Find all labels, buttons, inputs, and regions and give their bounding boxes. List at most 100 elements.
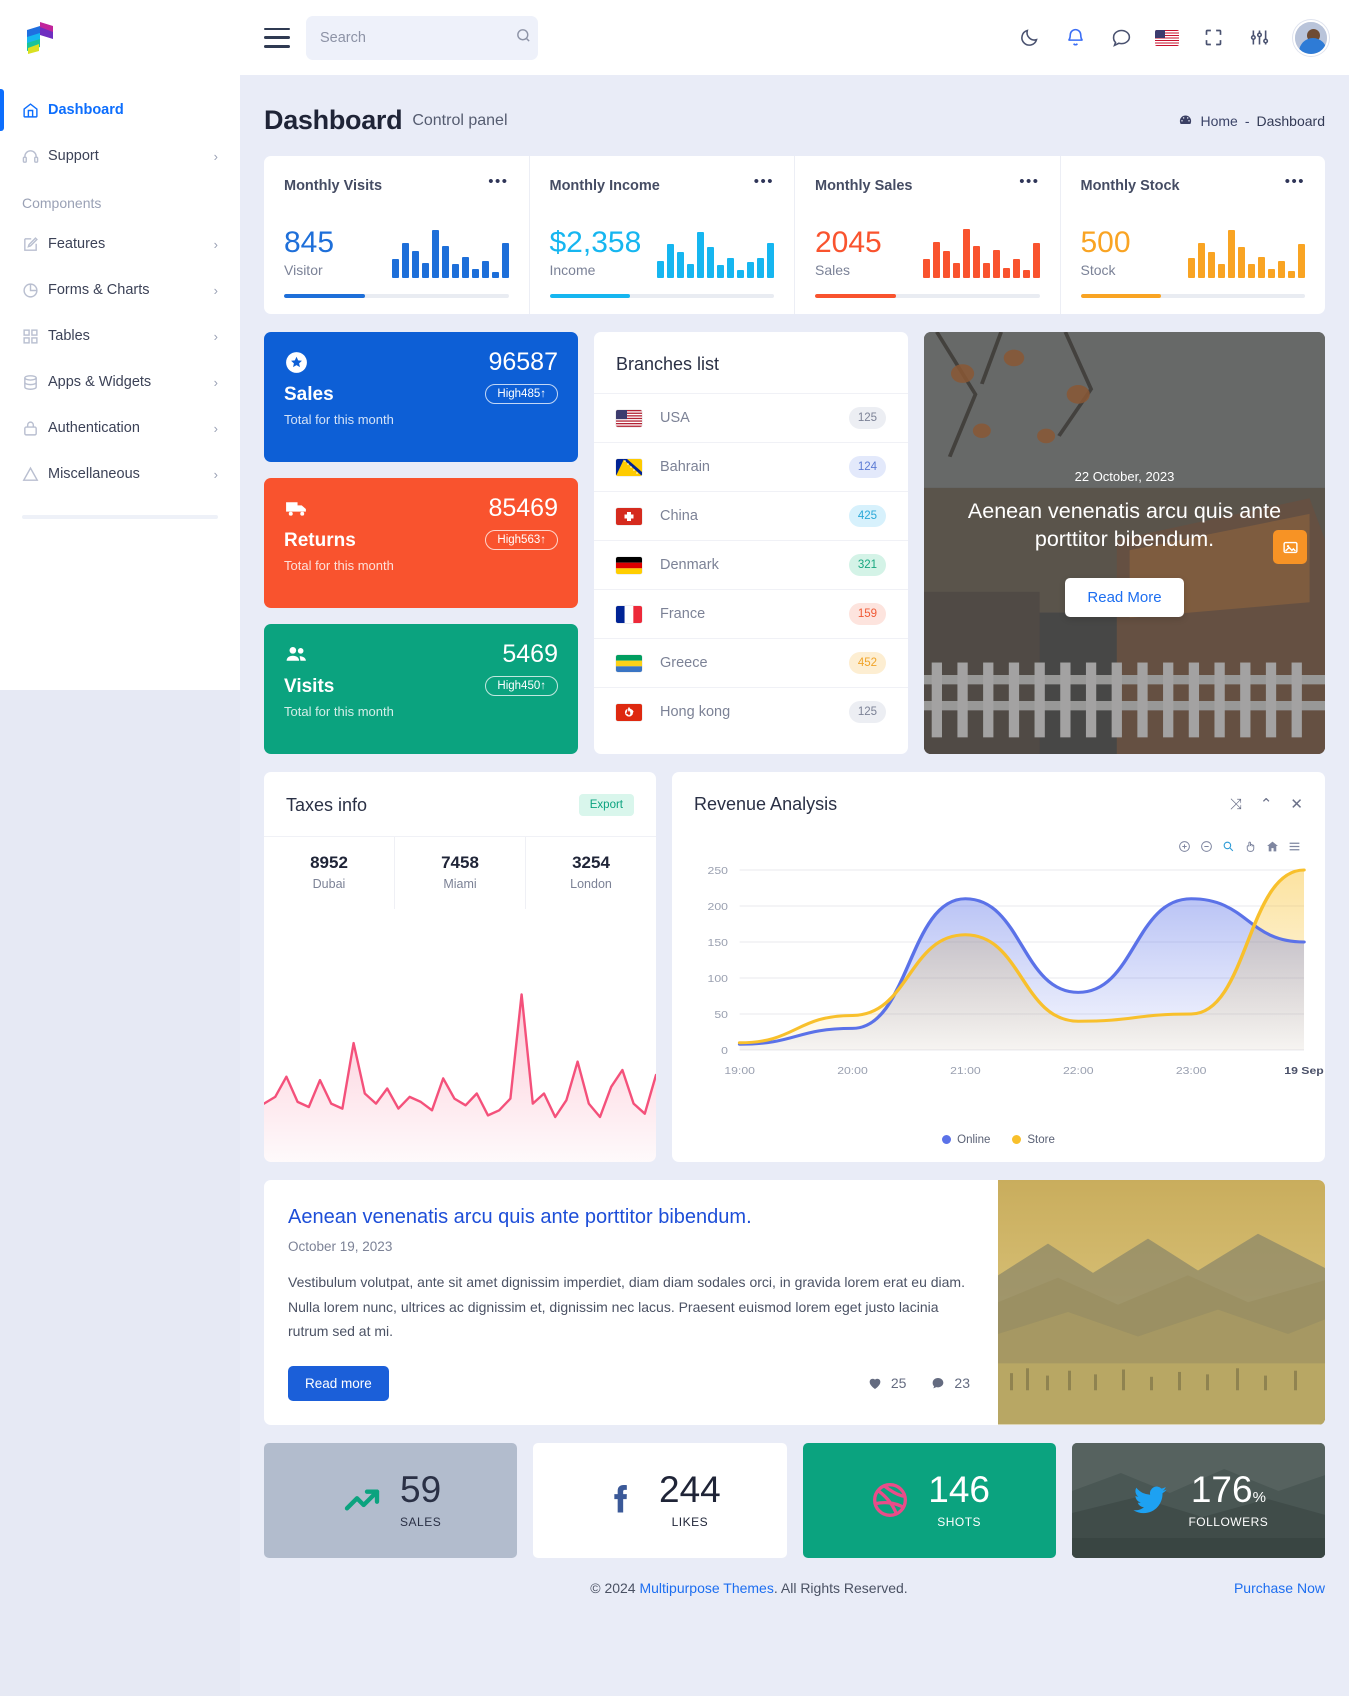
branch-row[interactable]: Denmark 321 [594,540,908,589]
comment-icon [933,1378,944,1389]
blog-meta: 25 23 [867,1375,970,1391]
users-icon [284,642,310,668]
blog-footer: Read more 25 23 [288,1365,970,1401]
stat-card-subtitle: Total for this month [284,412,394,427]
branch-row[interactable]: China 425 [594,491,908,540]
flag-us-icon[interactable] [1155,29,1179,46]
branch-count-badge: 124 [848,456,886,478]
branch-row[interactable]: Bahrain 124 [594,442,908,491]
hongkong-flag-icon [616,703,642,721]
blog-content: Aenean venenatis arcu quis ante porttito… [264,1180,998,1425]
zoom-in-icon[interactable] [1178,840,1191,853]
monthly-card-value: $2,358 [549,225,642,259]
monthly-card-value: 2045 [815,225,882,259]
avatar[interactable] [1293,19,1329,56]
chat-icon[interactable] [1109,26,1133,50]
reset-home-icon[interactable] [1266,840,1279,853]
moon-icon[interactable] [1017,26,1041,50]
purchase-now-link[interactable]: Purchase Now [1234,1580,1325,1596]
branch-row[interactable]: Greece 452 [594,638,908,687]
footer-brand-link[interactable]: Multipurpose Themes [639,1580,773,1596]
social-card-value: 244 [659,1469,721,1510]
multipurpose-themes-logo-icon [20,18,60,58]
svg-text:0: 0 [721,1046,728,1057]
page-title: Dashboard [264,105,403,135]
home-icon [22,102,48,119]
pan-icon[interactable] [1244,840,1257,853]
brand-logo[interactable] [0,0,240,75]
social-card-sales[interactable]: 59 SALES [264,1442,518,1558]
blog-card: Aenean venenatis arcu quis ante porttito… [264,1180,1325,1425]
social-card-followers[interactable]: 176% FOLLOWERS [1071,1442,1325,1558]
page-subtitle: Control panel [412,111,508,129]
legend-item-online[interactable]: Online [942,1134,990,1146]
stat-card-visits: 5469 High450↑ Visits Total for this mont… [264,624,578,754]
content-grid: Monthly Visits ••• 845 Visitor Monthly I… [240,156,1349,1558]
monthly-sparkline-chart [657,220,774,278]
monthly-card: Monthly Visits ••• 845 Visitor [264,156,529,314]
sidebar-item-apps-widgets[interactable]: Apps & Widgets › [0,359,240,405]
stat-card-value: 85469 [488,494,558,522]
sidebar-item-tables[interactable]: Tables › [0,313,240,359]
footer-copyright-pre: © 2024 [590,1579,640,1596]
blog-comments[interactable]: 23 [930,1375,970,1391]
branch-count-badge: 159 [848,603,886,625]
selection-zoom-icon[interactable] [1222,840,1235,853]
sidebar-item-authentication[interactable]: Authentication › [0,405,240,451]
more-options-icon[interactable]: ••• [488,174,508,189]
revenue-legend: Online Store [672,1134,1325,1146]
social-card-label: LIKES [671,1515,709,1529]
more-options-icon[interactable]: ••• [1019,174,1039,189]
stat-card-badge: High563↑ [485,530,558,550]
social-card-label: FOLLOWERS [1188,1515,1269,1529]
sidebar-item-miscellaneous[interactable]: Miscellaneous › [0,451,240,497]
more-options-icon[interactable]: ••• [1285,174,1305,189]
monthly-card-title: Monthly Visits [284,178,383,194]
heart-icon [869,1378,881,1389]
social-card-likes[interactable]: 244 LIKES [533,1442,787,1558]
social-card-shots[interactable]: 146 SHOTS [802,1442,1056,1558]
france-flag-icon [616,605,642,623]
bell-icon[interactable] [1063,26,1087,50]
monthly-stats-row: Monthly Visits ••• 845 Visitor Monthly I… [264,156,1325,314]
branch-row[interactable]: Hong kong 125 [594,687,908,736]
search-box[interactable] [306,15,538,60]
settings-sliders-icon[interactable] [1247,26,1271,50]
search-input[interactable] [320,29,507,46]
promo-title: Aenean venenatis arcu quis ante porttito… [967,499,1282,551]
chevron-right-icon: › [213,282,218,298]
svg-text:150: 150 [708,938,728,949]
image-icon[interactable] [1273,530,1307,564]
read-more-button[interactable]: Read More [1065,577,1184,617]
truck-icon [284,496,310,522]
zoom-out-icon[interactable] [1200,840,1213,853]
legend-item-store[interactable]: Store [1012,1134,1055,1146]
topbar-icons [1017,19,1329,56]
shuffle-icon[interactable]: ⤨ [1230,797,1242,812]
close-icon[interactable]: ✕ [1290,797,1303,812]
fullscreen-icon[interactable] [1201,26,1225,50]
more-options-icon[interactable]: ••• [754,174,774,189]
taxes-stat-value: 3254 [572,853,610,872]
monthly-card: Monthly Stock ••• 500 Stock [1059,156,1326,314]
hamburger-icon[interactable] [264,27,290,48]
sidebar-item-features[interactable]: Features › [0,221,240,267]
monthly-card-label: Sales [815,262,851,278]
breadcrumb-home[interactable]: Home [1200,113,1237,129]
blog-read-more-button[interactable]: Read more [288,1365,389,1401]
taxes-stat-value: 7458 [441,853,479,872]
branch-row[interactable]: France 159 [594,589,908,638]
sidebar-item-forms-charts[interactable]: Forms & Charts › [0,267,240,313]
taxes-card: Taxes info Export 8952 Dubai 7458 Miami [264,772,656,1162]
blog-title[interactable]: Aenean venenatis arcu quis ante porttito… [288,1206,970,1229]
sidebar-item-dashboard[interactable]: Dashboard [0,87,240,133]
revenue-card: Revenue Analysis ⤨ ⌃ ✕ 0 50 100 150 200 … [672,772,1325,1162]
menu-icon[interactable] [1288,840,1301,853]
footer-copyright-post: . All Rights Reserved. [773,1579,908,1596]
export-button[interactable]: Export [578,794,634,816]
branch-row[interactable]: USA 125 [594,393,908,442]
blog-likes[interactable]: 25 [867,1375,906,1391]
collapse-chevron-icon[interactable]: ⌃ [1260,797,1273,812]
sidebar-item-support[interactable]: Support › [0,133,240,179]
branch-count-badge: 425 [848,505,886,527]
